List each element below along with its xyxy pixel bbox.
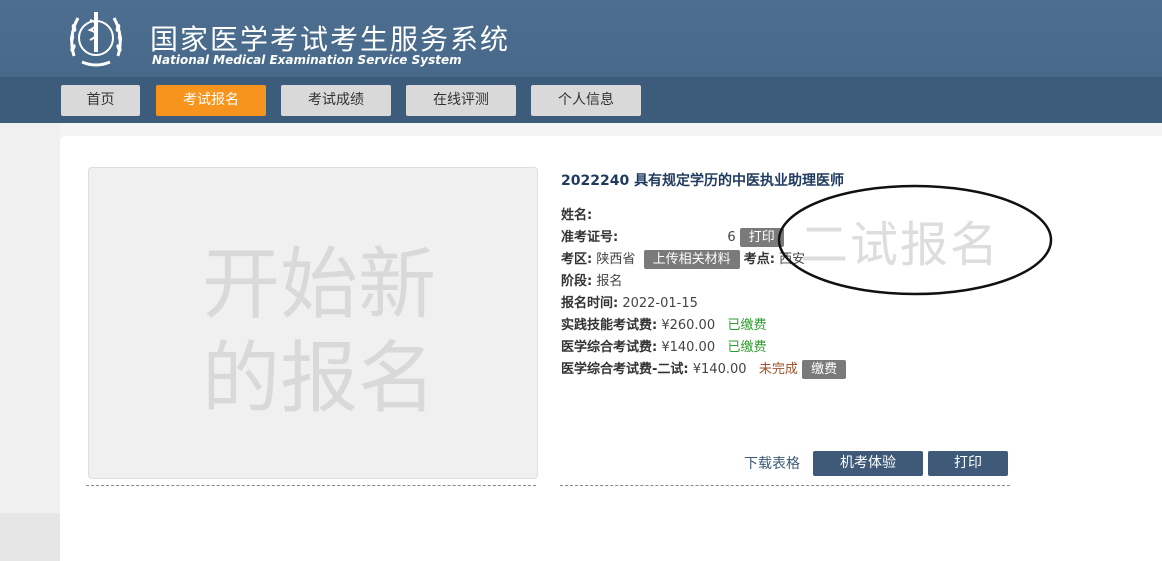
computer-test-button[interactable]: 机考体验	[813, 451, 923, 476]
reg-time-label: 报名时间:	[561, 296, 619, 311]
name-row: 姓名:	[561, 206, 592, 226]
reg-time-value: 2022-01-15	[622, 296, 698, 311]
pay-fee-button[interactable]: 缴费	[802, 360, 847, 379]
fee-status: 已缴费	[727, 318, 767, 333]
area-row: 考区: 陕西省 上传相关材料 考点: 西安	[561, 250, 805, 270]
area-label: 考区:	[561, 252, 593, 267]
stage-label: 阶段:	[561, 274, 593, 289]
upload-materials-button[interactable]: 上传相关材料	[643, 250, 740, 269]
reg-time-row: 报名时间: 2022-01-15	[561, 294, 698, 314]
header: 国家医学考试考生服务系统 National Medical Examinatio…	[0, 0, 1162, 77]
redacted-name	[600, 205, 670, 225]
name-label: 姓名:	[561, 208, 593, 223]
fee-amount: ¥140.00	[661, 340, 716, 355]
fee-amount: ¥260.00	[661, 318, 716, 333]
download-form-link[interactable]: 下载表格	[744, 453, 800, 473]
fee-label: 医学综合考试费-二试:	[561, 362, 689, 377]
divider-left	[86, 485, 536, 486]
fee-label: 实践技能考试费:	[561, 318, 658, 333]
main-nav: 首页 考试报名 考试成绩 在线评测 个人信息	[0, 77, 1162, 123]
fee-status: 已缴费	[727, 340, 767, 355]
hand-drawn-ellipse	[777, 184, 1053, 296]
nav-home[interactable]: 首页	[61, 85, 140, 116]
site-subtitle: National Medical Examination Service Sys…	[152, 53, 462, 67]
nav-online-assessment[interactable]: 在线评测	[406, 85, 516, 116]
stage-value: 报名	[596, 274, 623, 289]
stage-row: 阶段: 报名	[561, 272, 622, 292]
fee-row: 医学综合考试费: ¥140.00 已缴费	[561, 338, 767, 358]
area-value: 陕西省	[596, 252, 636, 267]
new-registration-text: 开始新 的报名	[201, 240, 436, 424]
logo-emblem-icon	[69, 12, 123, 67]
fee-status: 未完成	[758, 362, 798, 377]
fee-row: 医学综合考试费-二试: ¥140.00 未完成 缴费	[561, 360, 847, 380]
site-title: 国家医学考试考生服务系统	[150, 23, 511, 56]
site-label: 考点:	[743, 252, 775, 267]
nav-personal-info[interactable]: 个人信息	[531, 85, 641, 116]
new-registration-card[interactable]: 开始新 的报名	[88, 167, 538, 479]
left-strip	[0, 123, 60, 561]
nav-scores[interactable]: 考试成绩	[281, 85, 391, 116]
fee-label: 医学综合考试费:	[561, 340, 658, 355]
fee-amount: ¥140.00	[692, 362, 747, 377]
print-button[interactable]: 打印	[928, 451, 1008, 476]
ticket-label: 准考证号:	[561, 230, 619, 245]
ticket-row: 准考证号: 6 打印	[561, 228, 784, 248]
ticket-value: 6	[727, 230, 736, 245]
fee-row: 实践技能考试费: ¥260.00 已缴费	[561, 316, 767, 336]
divider-right	[560, 485, 1010, 486]
nav-registration[interactable]: 考试报名	[156, 85, 266, 116]
